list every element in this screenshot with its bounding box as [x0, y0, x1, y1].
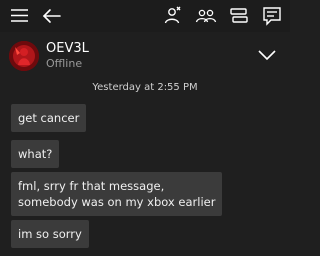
message-bubble: fml, srry fr that message, somebody was …: [11, 172, 223, 216]
top-bar: [0, 0, 290, 32]
avatar[interactable]: [9, 41, 39, 71]
presence-status: Offline: [46, 57, 83, 70]
conversation-header[interactable]: OEV3L Offline: [0, 32, 290, 78]
message-bubble: im so sorry: [11, 220, 89, 248]
messages-icon[interactable]: [227, 4, 251, 28]
hamburger-menu-icon[interactable]: [8, 4, 32, 28]
message-bubble: what?: [11, 140, 60, 168]
back-arrow-icon[interactable]: [40, 4, 64, 28]
party-icon[interactable]: [194, 4, 218, 28]
message-thread: Yesterday at 2:55 PM get cancer what? fm…: [0, 78, 290, 256]
chevron-down-icon[interactable]: [255, 46, 279, 64]
chat-icon[interactable]: [260, 4, 284, 28]
message-bubble: get cancer: [11, 104, 87, 132]
gamertag: OEV3L: [46, 41, 89, 56]
people-icon[interactable]: [160, 4, 184, 28]
thread-timestamp: Yesterday at 2:55 PM: [92, 82, 198, 93]
